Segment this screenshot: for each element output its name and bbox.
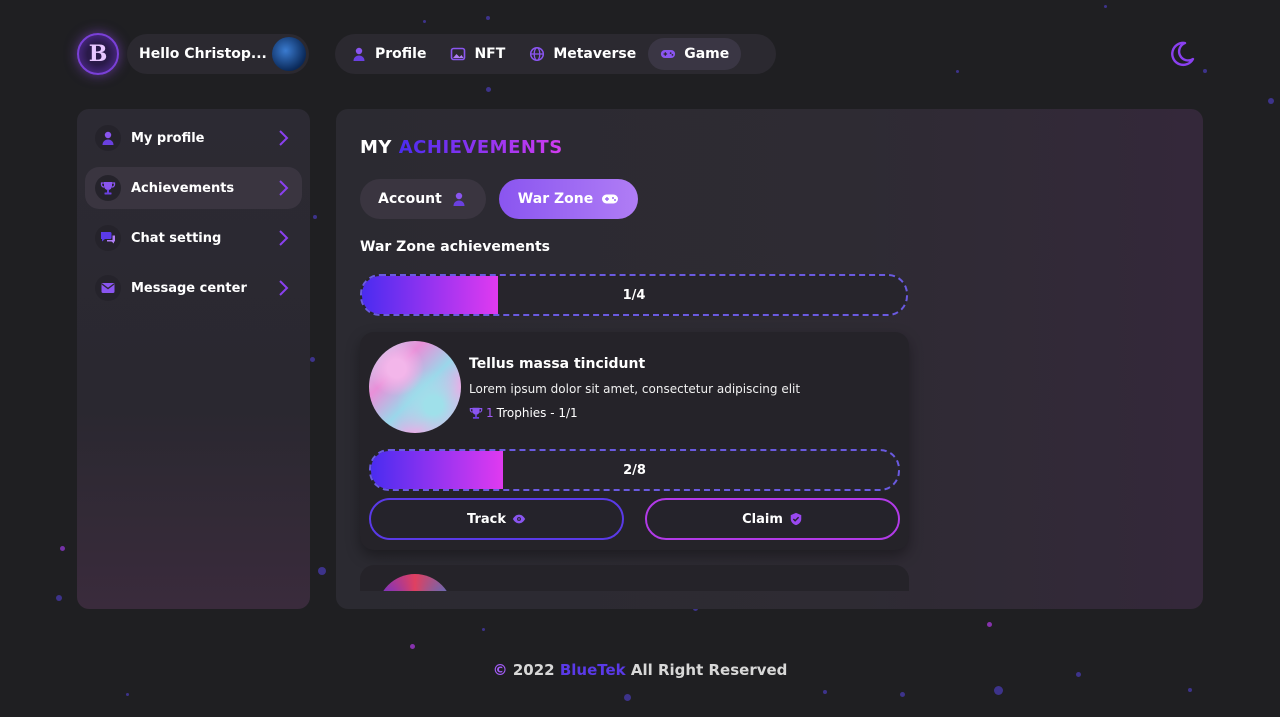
nav-item-game[interactable]: Game xyxy=(648,38,742,70)
shield-check-icon xyxy=(790,512,802,526)
trophy-icon xyxy=(95,175,121,201)
copyright-icon: © xyxy=(492,661,508,679)
button-label: Claim xyxy=(742,511,783,527)
achievement-card: Tellus massa tincidunt Lorem ipsum dolor… xyxy=(360,332,909,550)
logo-letter: B xyxy=(88,41,108,67)
trophy-text: Trophies - 1/1 xyxy=(496,406,578,420)
moon-icon[interactable] xyxy=(1168,40,1196,68)
button-label: Track xyxy=(467,511,506,527)
progress-text: 2/8 xyxy=(623,462,646,478)
tab-label: War Zone xyxy=(517,191,594,207)
avatar[interactable] xyxy=(272,37,306,71)
user-icon xyxy=(453,192,465,206)
nav-label: NFT xyxy=(474,46,506,62)
achievement-title: Tellus massa tincidunt xyxy=(469,356,646,372)
sidebar: My profile Achievements Chat setting Mes… xyxy=(77,109,310,609)
sidebar-item-label: My profile xyxy=(131,130,205,146)
trophy-icon xyxy=(469,407,483,419)
claim-button[interactable]: Claim xyxy=(645,498,900,540)
achievement-description: Lorem ipsum dolor sit amet, consectetur … xyxy=(469,382,801,396)
nav-item-profile[interactable]: Profile xyxy=(339,38,438,70)
user-menu[interactable]: Hello Christop... xyxy=(127,34,309,74)
brand-logo[interactable]: B xyxy=(77,33,119,75)
track-button[interactable]: Track xyxy=(369,498,624,540)
progress-text: 1/4 xyxy=(622,287,646,303)
achievement-progress-bar: 2/8 xyxy=(369,449,900,491)
top-nav: Profile NFT Metaverse Game xyxy=(335,34,776,74)
sidebar-item-my-profile[interactable]: My profile xyxy=(85,117,302,159)
user-greeting: Hello Christop... xyxy=(139,46,267,62)
sidebar-item-label: Message center xyxy=(131,280,247,296)
nav-item-nft[interactable]: NFT xyxy=(438,38,517,70)
tab-account[interactable]: Account xyxy=(360,179,486,219)
sidebar-item-chat-setting[interactable]: Chat setting xyxy=(85,217,302,259)
eye-icon xyxy=(512,514,526,524)
chevron-right-icon xyxy=(279,280,289,296)
nav-item-metaverse[interactable]: Metaverse xyxy=(517,38,648,70)
achievements-panel: MY ACHIEVEMENTS Account War Zone War Zon… xyxy=(336,109,1203,609)
gamepad-icon xyxy=(602,194,619,204)
tab-war-zone[interactable]: War Zone xyxy=(499,179,638,219)
user-icon xyxy=(353,47,365,61)
gamepad-icon xyxy=(661,50,676,58)
footer-brand[interactable]: BlueTek xyxy=(560,661,626,679)
title-accent: ACHIEVEMENTS xyxy=(398,137,563,158)
chevron-right-icon xyxy=(279,130,289,146)
overall-progress-bar: 1/4 xyxy=(360,274,908,316)
globe-icon xyxy=(530,46,545,62)
chevron-right-icon xyxy=(279,180,289,196)
achievement-image xyxy=(369,341,461,433)
nav-label: Game xyxy=(684,46,730,62)
nav-label: Profile xyxy=(375,46,427,62)
footer-rights: All Right Reserved xyxy=(630,661,788,679)
footer-year: 2022 xyxy=(512,661,555,679)
sidebar-item-label: Achievements xyxy=(131,180,235,196)
sidebar-item-message-center[interactable]: Message center xyxy=(85,267,302,309)
image-icon xyxy=(451,47,466,61)
achievement-trophies: 1 Trophies - 1/1 xyxy=(469,406,578,420)
sidebar-item-achievements[interactable]: Achievements xyxy=(85,167,302,209)
title-plain: MY xyxy=(360,137,392,158)
user-icon xyxy=(95,125,121,151)
achievement-card xyxy=(360,565,909,591)
trophy-count: 1 xyxy=(486,406,494,420)
section-label: War Zone achievements xyxy=(360,239,550,255)
sidebar-item-label: Chat setting xyxy=(131,230,222,246)
achievement-image xyxy=(377,574,453,591)
page-title: MY ACHIEVEMENTS xyxy=(360,137,563,158)
chevron-right-icon xyxy=(279,230,289,246)
footer: © 2022 BlueTek All Right Reserved xyxy=(0,661,1280,679)
nav-label: Metaverse xyxy=(553,46,637,62)
chat-icon xyxy=(95,225,121,251)
mail-icon xyxy=(95,275,121,301)
tab-label: Account xyxy=(378,191,442,207)
